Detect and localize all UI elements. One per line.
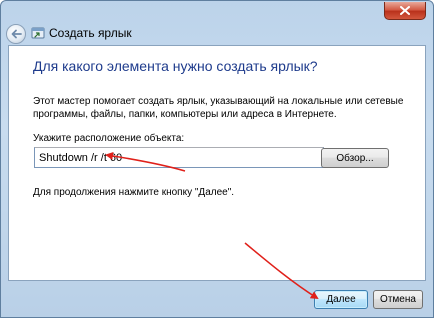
back-button[interactable]	[6, 24, 26, 44]
shortcut-wizard-icon	[31, 27, 45, 39]
next-button[interactable]: Далее	[314, 290, 368, 309]
page-heading: Для какого элемента нужно создать ярлык?	[33, 58, 318, 74]
close-button[interactable]	[384, 2, 426, 20]
back-arrow-icon	[11, 29, 22, 39]
wizard-content: Для какого элемента нужно создать ярлык?…	[8, 45, 426, 281]
title-bar[interactable]: Создать ярлык	[1, 1, 433, 45]
location-input[interactable]	[34, 147, 324, 168]
cancel-button[interactable]: Отмена	[373, 290, 423, 309]
window-title: Создать ярлык	[49, 26, 132, 40]
continue-hint: Для продолжения нажмите кнопку "Далее".	[33, 187, 235, 198]
create-shortcut-window: Создать ярлык Для какого элемента нужно …	[0, 0, 434, 318]
wizard-description: Этот мастер помогает создать ярлык, указ…	[33, 96, 404, 120]
location-label: Укажите расположение объекта:	[33, 133, 185, 144]
button-bar	[1, 281, 433, 317]
browse-button[interactable]: Обзор...	[321, 148, 389, 168]
close-icon	[400, 6, 410, 15]
